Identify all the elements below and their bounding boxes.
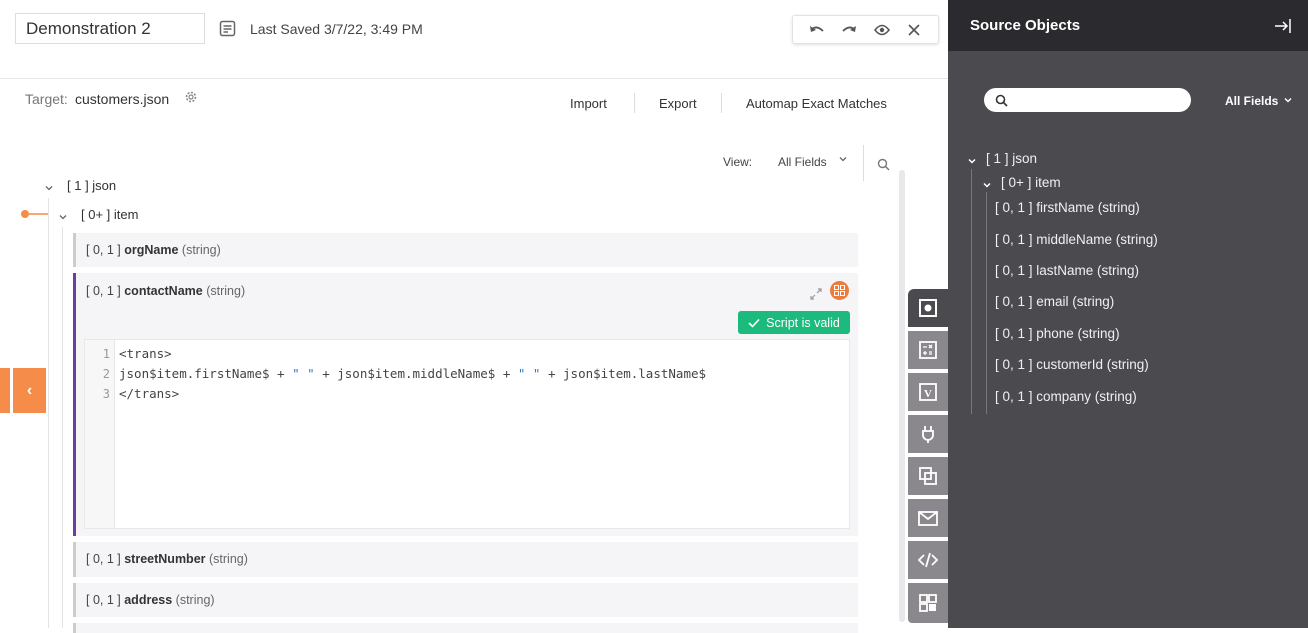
source-filter-dropdown[interactable]: All Fields [1225,94,1278,108]
chevron-down-icon[interactable] [44,183,54,193]
objects-icon[interactable] [908,457,948,497]
code-line: </trans> [119,386,180,401]
view-label: View: [723,155,753,169]
close-icon[interactable] [905,21,923,39]
tree-guide-line [986,192,987,414]
automap-button[interactable]: Automap Exact Matches [746,96,887,111]
code-line: <trans> [119,346,172,361]
code-string: " " [517,366,541,381]
active-field-icon[interactable] [908,289,948,329]
source-node-item[interactable]: [ 0+ ] item [1001,175,1061,190]
mapping-connector-icon[interactable] [20,209,50,219]
source-objects-panel: Source Objects All Fields [ 1 ] json [ 0… [948,0,1308,628]
collapse-left-button[interactable]: ‹ [0,368,46,413]
search-icon [995,94,1008,107]
target-field-address[interactable]: [ 0, 1 ] address (string) [73,583,858,617]
panel-title: Source Objects [970,17,1081,34]
chevron-down-icon[interactable] [1283,95,1293,105]
divider [863,145,864,181]
components-icon[interactable] [830,281,849,300]
components-icon[interactable] [908,583,948,623]
source-field[interactable]: [ 0, 1 ] middleName (string) [995,232,1158,247]
line-number: 1 [102,347,110,361]
target-field-orgName[interactable]: [ 0, 1 ] orgName (string) [73,233,858,267]
checkmark-icon [748,318,760,328]
last-saved-text: Last Saved 3/7/22, 3:49 PM [250,21,423,37]
export-button[interactable]: Export [659,96,697,111]
code-token: + json$item.lastName$ [540,366,707,381]
field-cardinality: [ 0, 1 ] [86,284,121,298]
source-search-input[interactable] [984,88,1191,112]
field-name: orgName [124,243,179,257]
view-dropdown[interactable]: All Fields [778,155,827,169]
divider [634,93,635,113]
panel-header: Source Objects [948,0,1308,51]
svg-text:V: V [924,388,932,400]
code-token: json$item.firstName$ + [119,366,293,381]
chevron-down-icon[interactable] [58,212,68,222]
mapping-editor: Demonstration 2 Last Saved 3/7/22, 3:49 … [0,0,948,633]
tree-node-item[interactable]: [ 0+ ] item [81,207,138,222]
tree-node-json[interactable]: [ 1 ] json [67,178,116,193]
field-type: (string) [181,243,221,257]
script-editor[interactable]: 1 2 3 <trans> json$item.firstName$ + " "… [84,339,850,529]
toolbar [792,15,939,44]
tree-guide-line [48,198,49,628]
redo-icon[interactable] [840,21,858,39]
notes-icon[interactable] [219,20,236,37]
preview-eye-icon[interactable] [873,21,891,39]
code-line: json$item.firstName$ + " " + json$item.m… [119,366,706,381]
field-name: address [124,593,173,607]
source-field[interactable]: [ 0, 1 ] phone (string) [995,326,1120,341]
target-label: Target: [25,91,68,107]
header-divider [0,78,948,79]
code-token: + json$item.middleName$ + [314,366,518,381]
field-type: (string) [206,284,246,298]
script-code-icon[interactable] [908,541,948,581]
tree-guide-line [971,169,972,414]
undo-icon[interactable] [808,21,826,39]
source-field[interactable]: [ 0, 1 ] customerId (string) [995,357,1149,372]
chevron-down-icon[interactable] [967,156,977,166]
field-name: contactName [124,284,203,298]
target-field-streetNumber[interactable]: [ 0, 1 ] streetNumber (string) [73,542,858,577]
field-cardinality: [ 0, 1 ] [86,243,121,257]
search-icon[interactable] [877,158,890,171]
line-number: 2 [102,367,110,381]
variable-icon[interactable]: V [908,373,948,413]
import-button[interactable]: Import [570,96,607,111]
field-cardinality: [ 0, 1 ] [86,593,121,607]
script-status-text: Script is valid [766,315,840,330]
line-gutter: 1 2 3 [85,340,115,528]
chevron-down-icon[interactable] [838,154,848,164]
code-string: " " [292,366,315,381]
source-field[interactable]: [ 0, 1 ] company (string) [995,389,1137,404]
formula-icon[interactable] [908,331,948,371]
gear-icon[interactable] [184,90,198,104]
project-title-input[interactable]: Demonstration 2 [15,13,205,44]
source-field[interactable]: [ 0, 1 ] firstName (string) [995,200,1140,215]
source-node-json[interactable]: [ 1 ] json [986,151,1037,166]
source-field[interactable]: [ 0, 1 ] lastName (string) [995,263,1139,278]
field-type: (string) [175,593,215,607]
scrollbar[interactable] [899,170,905,622]
field-cardinality: [ 0, 1 ] [86,552,121,566]
field-name: streetNumber [124,552,206,566]
notification-icon[interactable] [908,499,948,539]
target-file-name: customers.json [75,91,170,107]
side-tab-bar: V [908,289,948,623]
script-valid-badge: Script is valid [738,311,850,334]
plugin-icon[interactable] [908,415,948,455]
divider [721,93,722,113]
chevron-down-icon[interactable] [982,180,992,190]
line-number: 3 [102,387,110,401]
chevron-left-icon: ‹ [26,381,33,399]
collapse-panel-icon[interactable] [1274,18,1292,34]
target-field-next[interactable] [73,623,858,633]
source-field[interactable]: [ 0, 1 ] email (string) [995,294,1114,309]
field-type: (string) [209,552,248,566]
tree-guide-line [62,227,63,628]
expand-icon[interactable] [809,287,823,301]
